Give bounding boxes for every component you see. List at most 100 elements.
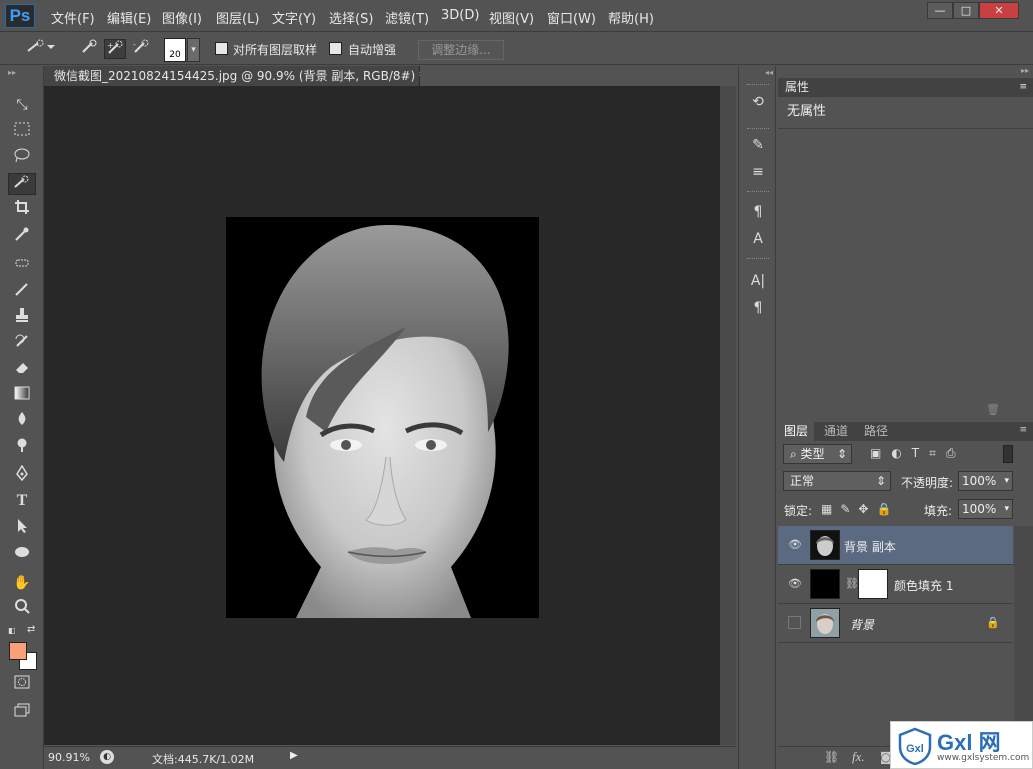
minimize-button[interactable]: — [927, 2, 953, 19]
filter-icons[interactable]: ▣◐T⌗⎙ [870, 446, 1010, 462]
link-icon[interactable]: ⛓ [845, 577, 859, 590]
menu-image[interactable]: 图像(I) [162, 8, 202, 27]
healing-brush-tool-icon[interactable] [8, 255, 36, 277]
lock-icons[interactable]: ▦✎✥🔒 [821, 502, 899, 516]
quick-mask-icon[interactable] [8, 674, 36, 696]
visibility-eye-icon[interactable]: 👁 [788, 538, 802, 552]
document-size: 文档:445.7K/1.02M [152, 753, 255, 766]
swap-colors-icon[interactable]: ⇄ [27, 624, 35, 635]
character-styles-icon[interactable]: A [747, 228, 769, 250]
pen-tool-icon[interactable] [8, 464, 36, 487]
foreground-color-swatch[interactable] [9, 642, 27, 660]
subtract-from-selection-icon[interactable]: - [130, 39, 152, 59]
vertical-scrollbar[interactable] [720, 86, 736, 745]
quick-selection-icon [27, 39, 55, 52]
menu-filter[interactable]: 滤镜(T) [385, 8, 429, 27]
lock-label: 锁定: [784, 504, 813, 518]
layers-panel: 图层 通道 路径 ≡ ⌕ 类型 ⇕ ▣◐T⌗⎙ 正常 ⇕ 不透明度: 100% ▾ 锁… [778, 422, 1033, 769]
layers-scrollbar[interactable] [1014, 526, 1033, 746]
paragraph-panel-icon[interactable]: ¶ [747, 297, 769, 319]
brush-presets-icon[interactable]: ≡ [747, 161, 769, 183]
lasso-tool-icon[interactable] [8, 147, 36, 169]
eraser-tool-icon[interactable] [8, 359, 36, 381]
status-bar: 90.91% ◐ 文档:445.7K/1.02M ▶ [44, 746, 736, 769]
link-layers-icon[interactable]: ⛓ [824, 750, 839, 764]
eyedropper-tool-icon[interactable] [8, 226, 36, 248]
brush-size-picker[interactable]: 20 [164, 38, 186, 62]
expand-panels-icon[interactable]: ◂◂ [765, 68, 773, 77]
menu-layer[interactable]: 图层(L) [216, 8, 259, 27]
restore-button[interactable]: □ [953, 2, 979, 19]
visibility-eye-icon[interactable]: 👁 [788, 577, 802, 591]
menu-3d[interactable]: 3D(D) [441, 8, 479, 23]
tool-preset-picker[interactable] [22, 39, 58, 59]
layer-row-background[interactable]: 背景 🔒 [778, 604, 1013, 643]
character-panel-icon[interactable]: A| [747, 270, 769, 292]
menu-edit[interactable]: 编辑(E) [107, 8, 151, 27]
sample-all-layers-checkbox[interactable] [215, 42, 228, 55]
new-selection-icon[interactable] [78, 39, 100, 59]
history-panel-icon[interactable]: ⟲ [747, 91, 769, 113]
history-brush-tool-icon[interactable] [8, 333, 36, 355]
trash-icon[interactable]: 🗑 [986, 403, 1000, 416]
zoom-level[interactable]: 90.91% [48, 751, 90, 764]
menu-window[interactable]: 窗口(W) [547, 8, 596, 27]
blend-mode-dropdown[interactable]: 正常 ⇕ [783, 471, 891, 491]
screen-mode-icon[interactable] [8, 702, 36, 724]
layer-filter-dropdown[interactable]: ⌕ 类型 ⇕ [783, 444, 852, 464]
menu-file[interactable]: 文件(F) [51, 8, 95, 27]
fill-field[interactable]: 100% ▾ [958, 499, 1013, 519]
auto-enhance-checkbox[interactable] [329, 42, 342, 55]
brush-dropdown-icon[interactable]: ▾ [187, 38, 200, 62]
layers-menu-icon[interactable]: ≡ [1019, 425, 1027, 435]
fill-label: 填充: [924, 504, 953, 518]
tab-paths[interactable]: 路径 [858, 422, 894, 441]
collapse-right-icon[interactable]: ▸▸ [1021, 66, 1029, 75]
refine-edge-button[interactable]: 调整边缘... [418, 40, 504, 60]
quick-selection-tool-icon[interactable] [8, 173, 36, 195]
menu-select[interactable]: 选择(S) [329, 8, 373, 27]
tab-strip [420, 66, 736, 86]
document-tab[interactable]: 微信截图_20210824154425.jpg @ 90.9% (背景 副本, … [44, 66, 447, 86]
status-menu-arrow-icon[interactable]: ▶ [290, 750, 298, 761]
collapse-icon[interactable]: ▸▸ [8, 68, 16, 77]
brush-tool-icon[interactable] [8, 281, 36, 303]
opacity-field[interactable]: 100% ▾ [958, 471, 1013, 491]
move-tool-icon[interactable]: ⤡ [8, 94, 36, 116]
opacity-label: 不透明度: [901, 476, 954, 490]
properties-tab[interactable]: 属性 ≡ [778, 78, 1033, 97]
hand-tool-icon[interactable]: ✋ [8, 572, 36, 594]
layer-row-bg-copy[interactable]: 👁 背景 副本 [778, 526, 1013, 565]
tab-channels[interactable]: 通道 [818, 422, 854, 441]
marquee-tool-icon[interactable] [8, 121, 36, 143]
properties-panel: 属性 ≡ 无属性 🗑 [778, 78, 1033, 421]
paragraph-styles-icon[interactable]: ¶ [747, 201, 769, 223]
no-properties-label: 无属性 [778, 97, 1033, 129]
close-window-button[interactable]: ✕ [979, 2, 1019, 19]
menu-view[interactable]: 视图(V) [489, 8, 534, 27]
path-selection-tool-icon[interactable] [8, 518, 36, 540]
brush-panel-icon[interactable]: ✎ [747, 134, 769, 156]
layer-row-color-fill[interactable]: 👁 ⛓ 颜色填充 1 [778, 565, 1013, 604]
photoshop-logo: Ps [5, 4, 35, 28]
gradient-tool-icon[interactable] [8, 385, 36, 407]
document-image[interactable] [226, 217, 539, 618]
add-to-selection-icon[interactable]: + [104, 39, 126, 59]
clone-stamp-tool-icon[interactable] [8, 307, 36, 329]
menu-help[interactable]: 帮助(H) [608, 8, 654, 27]
default-colors-icon[interactable]: ◧ [8, 626, 18, 636]
visibility-toggle-off[interactable] [788, 616, 801, 629]
ellipse-tool-icon[interactable] [8, 544, 36, 566]
crop-tool-icon[interactable] [8, 199, 36, 221]
zoom-tool-icon[interactable] [8, 598, 36, 620]
filter-toggle-icon[interactable] [1003, 445, 1013, 463]
fx-icon[interactable]: fx. [852, 749, 865, 765]
dodge-tool-icon[interactable] [8, 437, 36, 459]
tools-panel: ▸▸ ⤡ T ✋ ◧ ⇄ [0, 66, 44, 769]
blur-tool-icon[interactable] [8, 411, 36, 433]
status-info-icon[interactable]: ◐ [100, 750, 114, 764]
tab-layers[interactable]: 图层 [778, 422, 815, 441]
type-tool-icon[interactable]: T [8, 492, 36, 514]
menu-bar: Ps 文件(F) 编辑(E) 图像(I) 图层(L) 文字(Y) 选择(S) 滤… [0, 0, 1033, 32]
menu-type[interactable]: 文字(Y) [272, 8, 316, 27]
